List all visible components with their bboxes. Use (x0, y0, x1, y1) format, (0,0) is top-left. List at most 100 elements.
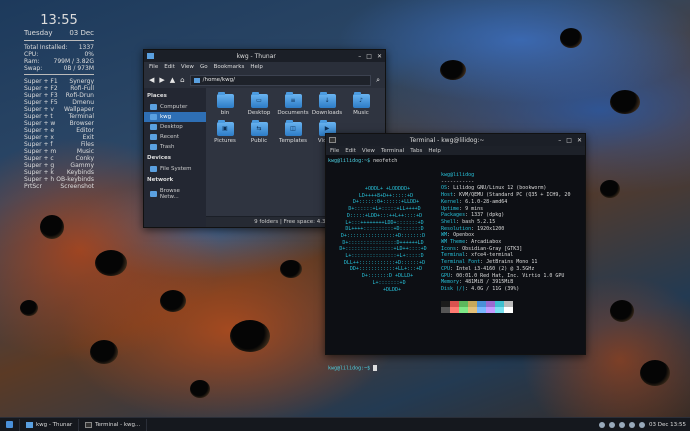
sidebar-item-file-system[interactable]: File System (144, 164, 206, 174)
sidebar-item-label: Trash (160, 144, 175, 150)
info-line: CPU: Intel i3-4160 (2) @ 3.5GHz (441, 265, 535, 272)
menu-item-help[interactable]: Help (428, 148, 441, 154)
system-tray: 03 Dec 13:55 (599, 421, 690, 428)
menu-item-edit[interactable]: Edit (345, 148, 356, 154)
forward-icon[interactable]: ▶ (159, 76, 164, 84)
folder-item[interactable]: ▭ Desktop (242, 92, 276, 116)
keybind-key: PrtScr (24, 183, 42, 190)
info-value: 1920x1200 (477, 225, 505, 232)
terminal-titlebar[interactable]: Terminal - kwg@lilidog:~ – □ ✕ (326, 134, 585, 146)
sidebar-item-kwg[interactable]: kwg (144, 112, 206, 122)
folder-item[interactable]: ▣ Pictures (208, 120, 242, 144)
terminal-window[interactable]: Terminal - kwg@lilidog:~ – □ ✕ File Edit V… (325, 133, 586, 372)
sidebar-item-label: Desktop (160, 124, 183, 130)
close-icon[interactable]: ✕ (377, 53, 382, 60)
network-icon[interactable] (599, 421, 605, 428)
maximize-icon[interactable]: □ (366, 53, 372, 60)
info-value: Arcadiabox (471, 239, 502, 246)
up-icon[interactable]: ▲ (170, 76, 175, 84)
power-icon[interactable] (639, 421, 645, 428)
menu-item-tabs[interactable]: Tabs (410, 148, 422, 154)
conky-keybinds: Super + F1 Synergy Super + F2 Rofi-Full Supe… (24, 78, 94, 190)
menu-item-file[interactable]: File (330, 148, 339, 154)
folder-item[interactable]: ≡ Documents (276, 92, 310, 116)
search-icon[interactable]: ⌕ (376, 76, 380, 85)
sidebar-item-desktop[interactable]: Desktop (144, 122, 206, 132)
keybind-key: Super + v (24, 106, 54, 113)
back-icon[interactable]: ◀ (149, 76, 154, 84)
keybind-row: PrtScr Screenshot (24, 183, 94, 190)
clock[interactable]: 03 Dec 13:55 (649, 422, 686, 428)
command: neofetch (373, 158, 398, 164)
keybind-row: Super + h OB-keybinds (24, 176, 94, 183)
keybind-key: Super + h (24, 176, 55, 183)
stat-value: 799M / 3.82G (53, 58, 94, 65)
conky-day: Tuesday (24, 29, 53, 37)
home-icon[interactable]: ⌂ (180, 76, 184, 84)
keybind-action: Wallpaper (63, 106, 94, 113)
thunar-menubar: File Edit View Go Bookmarks Help (144, 62, 385, 72)
info-line: Terminal Font: JetBrains Mono 11 (441, 259, 538, 266)
network-heading: Network (147, 177, 174, 183)
window-title: Terminal - kwg@lilidog:~ (409, 136, 485, 144)
close-icon[interactable]: ✕ (577, 137, 582, 144)
folder-item[interactable]: ♪ Music (344, 92, 378, 116)
terminal-output[interactable]: kwg@lilidog:~$ neofetch +ODDL+ +LODDDD+ … (326, 155, 585, 372)
update-icon[interactable] (629, 421, 635, 428)
folder-label: Documents (277, 110, 309, 116)
menu-item-view[interactable]: View (362, 148, 375, 154)
info-key: Disk (/) (441, 285, 466, 292)
keybind-key: Super + F2 (24, 85, 58, 92)
sidebar-item-browse-netw-[interactable]: Browse Netw... (144, 186, 206, 202)
palette-swatch (495, 306, 504, 313)
info-line: Disk (/): 4.0G / 11G (39%) (441, 285, 520, 292)
taskbar-item-terminal[interactable]: Terminal - kwg... (79, 418, 148, 431)
menu-item-edit[interactable]: Edit (164, 64, 175, 70)
menu-item-go[interactable]: Go (200, 64, 208, 70)
thunar-titlebar[interactable]: kwg - Thunar – □ ✕ (144, 50, 385, 62)
conky-stat-row: Swap: 0B / 973M (24, 65, 94, 72)
wallpaper-hole (90, 340, 118, 364)
info-value: 00:01.0 Red Hat, Inc. Virtio 1.0 GPU (456, 272, 565, 279)
prompt: kwg@lilidog:~$ (328, 365, 374, 372)
folder-icon (193, 77, 200, 83)
separator: ----------- (441, 178, 475, 185)
sidebar-item-computer[interactable]: Computer (144, 102, 206, 112)
menu-item-file[interactable]: File (149, 64, 158, 70)
conky-stat-row: Total Installed: 1337 (24, 44, 94, 51)
info-value: JetBrains Mono 11 (486, 259, 538, 266)
folder-icon (216, 92, 234, 108)
info-value: Lilidog GNU/Linux 12 (bookworm) (453, 185, 547, 192)
folder-item[interactable]: ⇆ Public (242, 120, 276, 144)
info-value: Openbox (453, 232, 475, 239)
sidebar-item-trash[interactable]: Trash (144, 142, 206, 152)
bluetooth-icon[interactable] (619, 421, 625, 428)
maximize-icon[interactable]: □ (566, 137, 572, 144)
folder-item[interactable]: ↓ Downloads (310, 92, 344, 116)
info-key: GPU (441, 272, 451, 279)
menu-item-terminal[interactable]: Terminal (381, 148, 404, 154)
menu-button[interactable] (0, 418, 20, 431)
info-line: Host: KVM/QEMU (Standard PC (Q35 + ICH9,… (441, 192, 571, 199)
sidebar-item-label: Computer (160, 104, 188, 110)
menu-item-view[interactable]: View (181, 64, 194, 70)
minimize-icon[interactable]: – (558, 137, 561, 144)
folder-icon: ≡ (284, 92, 302, 108)
volume-icon[interactable] (609, 421, 615, 428)
info-key: Uptime (441, 205, 460, 212)
minimize-icon[interactable]: – (358, 53, 361, 60)
info-key: Resolution (441, 225, 472, 232)
menu-item-help[interactable]: Help (250, 64, 263, 70)
taskbar-item-thunar[interactable]: kwg - Thunar (20, 418, 80, 431)
wallpaper-hole (190, 380, 210, 398)
path-bar[interactable]: /home/kwg/ (189, 74, 372, 86)
keybind-action: Dmenu (72, 99, 94, 106)
menu-item-bookmarks[interactable]: Bookmarks (214, 64, 245, 70)
stat-value: 0B / 973M (63, 65, 94, 72)
palette-swatch (477, 306, 486, 313)
keybind-action: Screenshot (60, 183, 94, 190)
keybind-key: Super + x (24, 134, 54, 141)
sidebar-item-recent[interactable]: Recent (144, 132, 206, 142)
folder-item[interactable]: ◫ Templates (276, 120, 310, 144)
folder-item[interactable]: bin (208, 92, 242, 116)
